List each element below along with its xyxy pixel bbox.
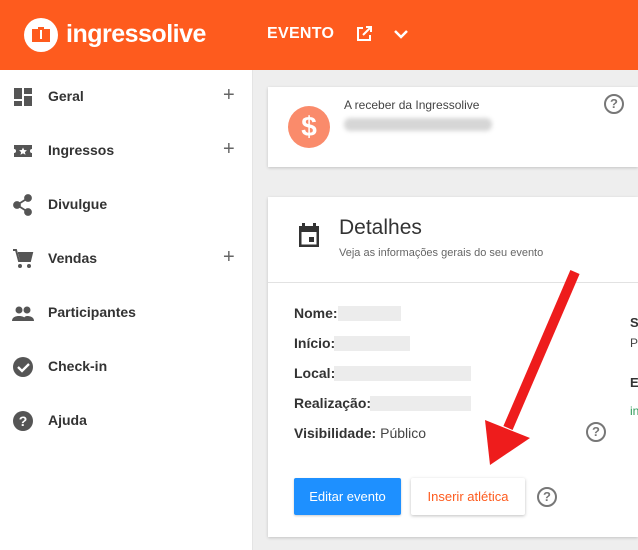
annotation-arrow [485, 270, 580, 465]
